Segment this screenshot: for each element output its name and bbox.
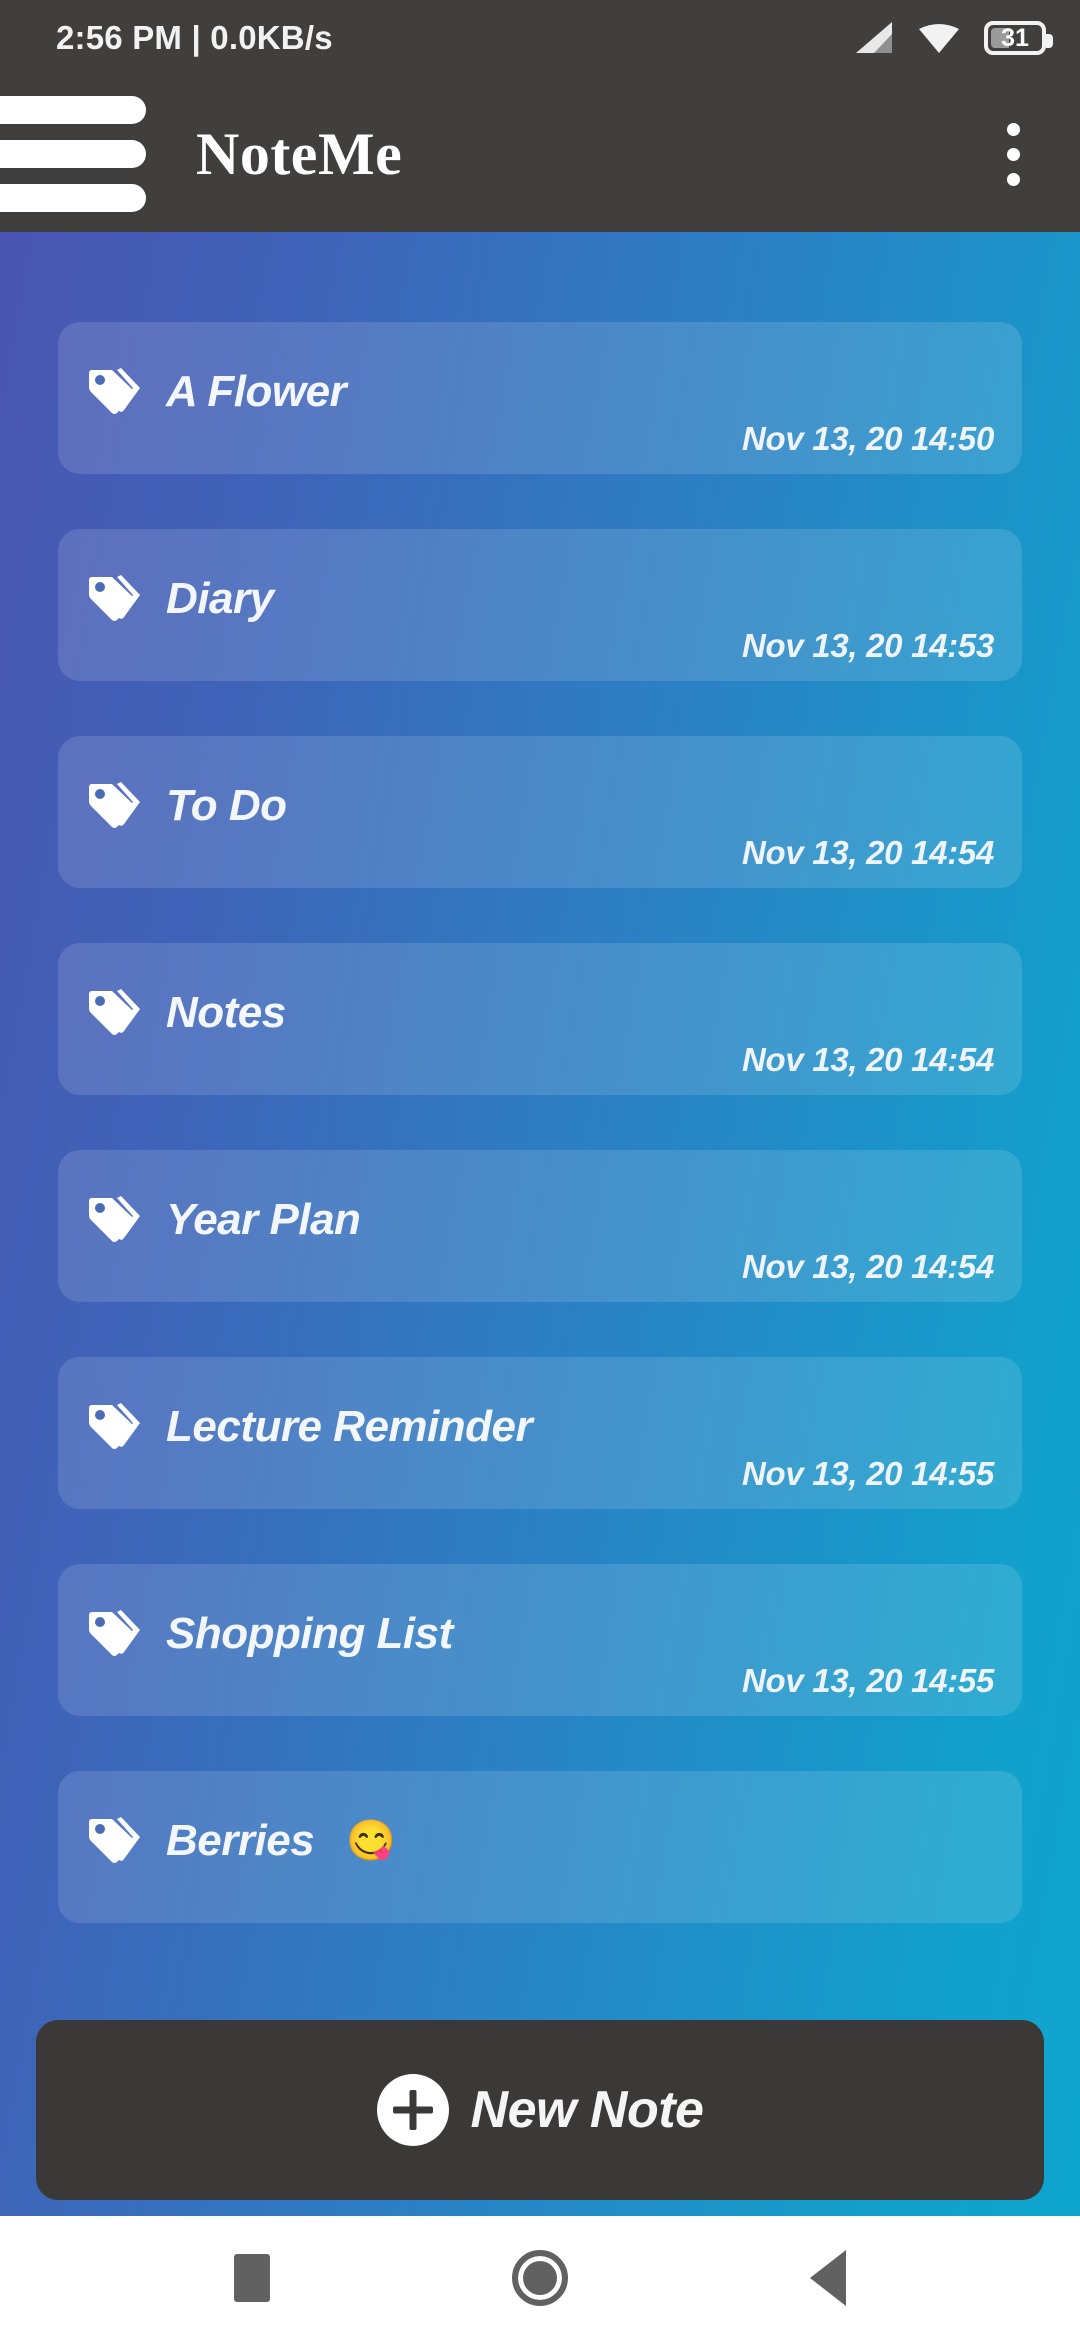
menu-bar-2 (0, 140, 146, 168)
tag-icon (88, 780, 144, 832)
back-glyph (810, 2250, 846, 2306)
menu-bar-3 (0, 184, 146, 212)
home-glyph (512, 2250, 568, 2306)
back-triangle-icon[interactable] (780, 2230, 876, 2326)
status-bar: 2:56 PM | 0.0KB/s 31 (0, 0, 1080, 76)
note-header: Year Plan (88, 1194, 361, 1246)
note-header: A Flower (88, 366, 347, 418)
note-card[interactable]: Lecture Reminder Nov 13, 20 14:55 (58, 1357, 1022, 1509)
note-header: Diary (88, 573, 274, 625)
note-title: Berries (166, 1816, 315, 1865)
status-icons: 31 (854, 21, 1053, 55)
note-header: Notes (88, 987, 286, 1039)
note-card[interactable]: Year Plan Nov 13, 20 14:54 (58, 1150, 1022, 1302)
note-title: Lecture Reminder (166, 1402, 533, 1451)
menu-bar-1 (0, 96, 146, 124)
note-header: Berries 😋 (88, 1815, 396, 1867)
hamburger-menu-icon[interactable] (0, 90, 146, 218)
recents-glyph (234, 2254, 270, 2302)
tag-icon (88, 987, 144, 1039)
note-list[interactable]: A Flower Nov 13, 20 14:50 Diary Nov 13, 20 … (0, 232, 1080, 1978)
battery-level: 31 (1001, 23, 1029, 52)
status-time-network: 2:56 PM | 0.0KB/s (56, 19, 333, 56)
note-date: Nov 13, 20 14:55 (741, 1455, 994, 1492)
android-nav-bar (0, 2216, 1080, 2340)
note-card[interactable]: Diary Nov 13, 20 14:53 (58, 529, 1022, 681)
new-note-button[interactable]: New Note (36, 2020, 1044, 2200)
overflow-dot-2 (1006, 147, 1020, 161)
signal-bars-icon (856, 22, 892, 53)
battery-icon: 31 (984, 21, 1053, 55)
tag-icon (88, 1401, 144, 1453)
tag-icon (88, 1194, 144, 1246)
new-note-label: New Note (470, 2081, 704, 2139)
note-date: Nov 13, 20 14:53 (741, 627, 994, 664)
note-title: A Flower (166, 367, 347, 416)
note-date: Nov 13, 20 14:54 (741, 1248, 994, 1285)
note-title: Year Plan (166, 1195, 361, 1244)
note-card[interactable]: To Do Nov 13, 20 14:54 (58, 736, 1022, 888)
app-title: NoteMe (196, 121, 403, 187)
note-title: Notes (166, 988, 286, 1037)
note-card[interactable]: Shopping List Nov 13, 20 14:55 (58, 1564, 1022, 1716)
app-screen: 2:56 PM | 0.0KB/s 31 NoteMe A Flower Nov… (0, 0, 1080, 2340)
note-date: Nov 13, 20 14:55 (741, 1662, 994, 1699)
note-card[interactable]: Berries 😋 (58, 1771, 1022, 1923)
note-header: Lecture Reminder (88, 1401, 533, 1453)
home-circle-icon[interactable] (492, 2230, 588, 2326)
notes-background: A Flower Nov 13, 20 14:50 Diary Nov 13, 20 … (0, 232, 1080, 2216)
tag-icon (88, 1815, 144, 1867)
tag-icon (88, 366, 144, 418)
note-title: Shopping List (166, 1609, 453, 1658)
note-title: Diary (166, 574, 274, 623)
overflow-menu-icon[interactable] (974, 99, 1052, 209)
wifi-icon (919, 24, 959, 53)
note-card[interactable]: A Flower Nov 13, 20 14:50 (58, 322, 1022, 474)
plus-circle-icon (376, 2074, 449, 2146)
note-card[interactable]: Notes Nov 13, 20 14:54 (58, 943, 1022, 1095)
tag-icon (88, 573, 144, 625)
note-emoji: 😋 (346, 1819, 396, 1863)
app-bar: NoteMe (0, 76, 1080, 232)
note-header: To Do (88, 780, 287, 832)
note-date: Nov 13, 20 14:54 (741, 834, 994, 871)
overflow-dot-1 (1006, 122, 1020, 136)
note-date: Nov 13, 20 14:54 (741, 1041, 994, 1078)
note-header: Shopping List (88, 1608, 453, 1660)
tag-icon (88, 1608, 144, 1660)
overflow-dot-3 (1006, 172, 1020, 186)
note-title: To Do (166, 781, 287, 830)
note-date: Nov 13, 20 14:50 (741, 420, 994, 457)
recents-square-icon[interactable] (204, 2230, 300, 2326)
